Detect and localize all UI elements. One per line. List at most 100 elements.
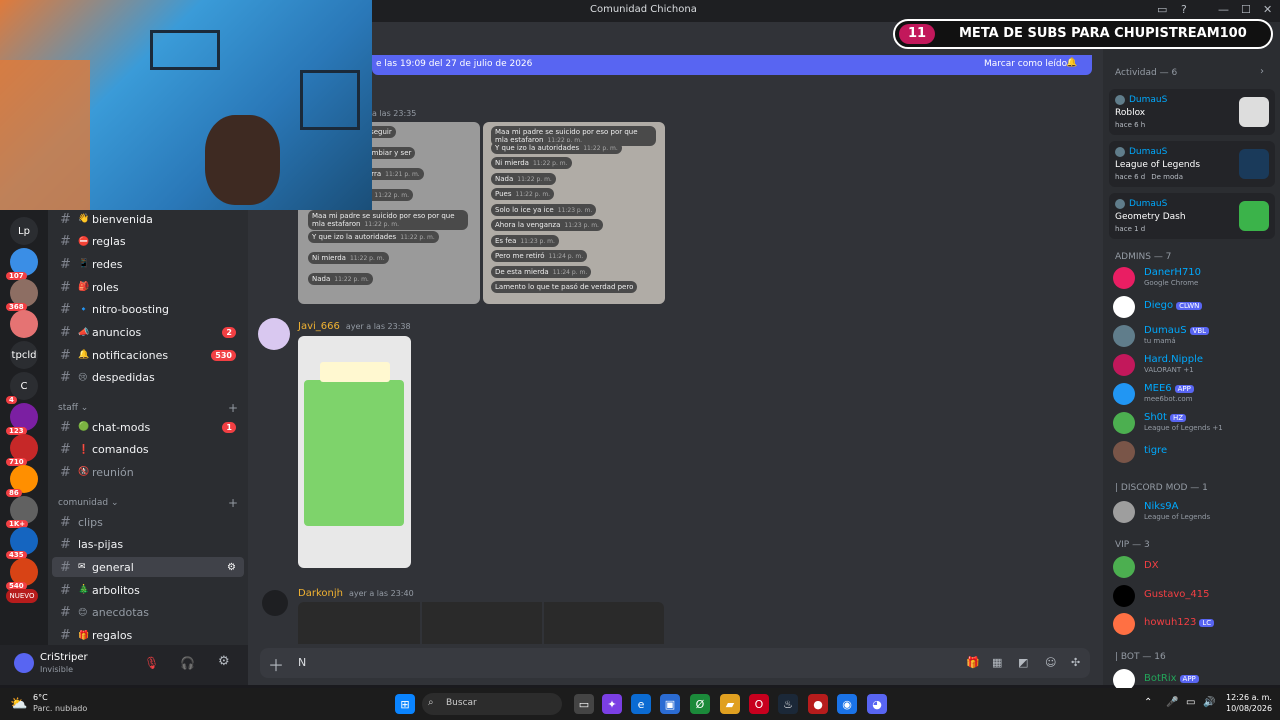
member-item[interactable]: DumauS VBL tu mamá [1113, 323, 1273, 347]
username[interactable]: CriStriper [40, 652, 88, 663]
task-view-icon[interactable]: ▭ [574, 694, 594, 714]
add-attachment-icon[interactable]: ＋ [268, 652, 284, 676]
message-input[interactable]: N [298, 656, 306, 669]
avatar[interactable] [14, 653, 34, 673]
add-channel-icon[interactable]: + [228, 496, 238, 510]
server-icon[interactable]: 1K+ [6, 496, 38, 528]
chat-screenshot[interactable] [544, 602, 664, 644]
channel-notificaciones[interactable]: # 🔔 notificaciones 530 [52, 345, 244, 365]
add-channel-icon[interactable]: + [228, 401, 238, 415]
server-icon[interactable]: 540 [6, 558, 38, 590]
category-comunidad[interactable]: comunidad ⌄ + [58, 496, 238, 510]
server-icon[interactable]: tpcld [10, 341, 38, 369]
unread-banner[interactable]: e las 19:09 del 27 de julio de 2026 Marc… [372, 55, 1092, 75]
server-icon[interactable]: 107 [6, 248, 38, 280]
server-icon[interactable]: 435 [6, 527, 38, 559]
gif-icon[interactable]: ▦ [992, 656, 1002, 669]
maximize-button[interactable]: ☐ [1241, 3, 1251, 16]
mute-icon[interactable]: 🎙 [144, 656, 159, 670]
member-item[interactable]: DX [1113, 554, 1273, 578]
settings-icon[interactable]: ⚙ [218, 654, 230, 669]
channel-nitro-boosting[interactable]: # 🔹 nitro-boosting [52, 300, 244, 320]
channel-anecdotas[interactable]: # 😊 anecdotas [52, 603, 244, 623]
channel-arbolitos[interactable]: # 🎄 arbolitos [52, 580, 244, 600]
chat-screenshot-right[interactable]: Maa mi padre se suicido por eso por que … [483, 122, 665, 304]
message-composer[interactable]: ＋ N 🎁 ▦ ◩ ☺ ✣ [260, 648, 1090, 678]
emoji-icon[interactable]: ☺ [1045, 656, 1056, 669]
server-icon[interactable]: 368 [6, 279, 38, 311]
channel-chat-mods[interactable]: # 🟢 chat-mods 1 [52, 417, 244, 437]
chat-screenshot[interactable] [422, 602, 542, 644]
help-icon[interactable]: ? [1181, 3, 1187, 16]
server-icon[interactable]: Lp [10, 217, 38, 245]
display-icon[interactable]: ▭ [1186, 697, 1195, 708]
file-explorer-icon[interactable]: ▰ [720, 694, 740, 714]
channel-redes[interactable]: # 📱 redes [52, 254, 244, 274]
member-item[interactable]: DanerH710 Google Chrome [1113, 265, 1273, 289]
channel-comandos[interactable]: # ❗ comandos [52, 440, 244, 460]
channel-general[interactable]: # ✉ general ⚙ [52, 557, 244, 578]
channel-roles[interactable]: # 🎒 roles [52, 277, 244, 297]
xbox-icon[interactable]: Ø [690, 694, 710, 714]
close-button[interactable]: ✕ [1263, 3, 1272, 16]
server-icon[interactable]: 710 [6, 434, 38, 466]
tray-chevron-icon[interactable]: ⌃ [1144, 697, 1152, 708]
clock-date[interactable]: 10/08/2026 [1226, 704, 1272, 713]
server-icon[interactable]: 86 [6, 465, 38, 497]
member-item[interactable]: Hard.Nipple VALORANT +1 [1113, 352, 1273, 376]
store-icon[interactable]: ▣ [660, 694, 680, 714]
avatar[interactable] [258, 318, 290, 350]
activity-card[interactable]: DumauS Geometry Dash hace 1 d [1109, 193, 1275, 239]
sticker-icon[interactable]: ◩ [1018, 656, 1028, 669]
microphone-icon[interactable]: 🎤 [1166, 697, 1178, 708]
message-author[interactable]: Darkonjh ayer a las 23:40 [298, 588, 414, 599]
edge-icon[interactable]: e [631, 694, 651, 714]
steam-icon[interactable]: ♨ [778, 694, 798, 714]
gift-icon[interactable]: 🎁 [966, 656, 980, 669]
apps-icon[interactable]: ✣ [1071, 656, 1080, 669]
chat-screenshot-phone[interactable] [298, 336, 411, 568]
volume-icon[interactable]: 🔊 [1203, 697, 1215, 708]
headphones-icon[interactable]: 🎧 [180, 656, 195, 670]
member-item[interactable]: Gustavo_415 [1113, 583, 1273, 607]
member-item[interactable]: Niks9A League of Legends [1113, 499, 1273, 523]
member-item[interactable]: Sh0t HZ League of Legends +1 [1113, 410, 1273, 434]
server-icon[interactable]: NUEVO [6, 589, 38, 603]
mark-read-icon[interactable]: 🔔 [1066, 58, 1077, 68]
start-button[interactable]: ⊞ [395, 694, 415, 714]
channel-regalos[interactable]: # 🎁 regalos [52, 626, 244, 646]
channel-las-pijas[interactable]: # las-pijas [52, 535, 244, 555]
activity-card[interactable]: DumauS Roblox hace 6 h [1109, 89, 1275, 135]
channel-anuncios[interactable]: # 📣 anuncios 2 [52, 323, 244, 343]
channel-reunión[interactable]: # 🚷 reunión [52, 462, 244, 482]
channel-reglas[interactable]: # ⛔ reglas [52, 232, 244, 252]
clock-time[interactable]: 12:26 a. m. [1226, 693, 1272, 702]
opera-icon[interactable]: O [749, 694, 769, 714]
channel-clips[interactable]: # clips [52, 512, 244, 532]
member-item[interactable]: howuh123 LC [1113, 611, 1273, 635]
discord-icon[interactable]: ◕ [867, 694, 887, 714]
weather-icon[interactable]: ⛅ [10, 696, 27, 712]
channel-settings-icon[interactable]: ⚙ [227, 562, 236, 573]
chevron-right-icon[interactable]: › [1260, 66, 1264, 77]
copilot-icon[interactable]: ✦ [602, 694, 622, 714]
member-item[interactable]: tigre [1113, 439, 1273, 463]
channel-despedidas[interactable]: # 😢 despedidas [52, 368, 244, 388]
server-icon[interactable] [10, 310, 38, 338]
channel-bienvenida[interactable]: # 👋 bienvenida [52, 209, 244, 229]
taskbar-search[interactable]: ⌕ Buscar [422, 693, 562, 715]
avatar[interactable] [262, 590, 288, 616]
message-author[interactable]: Javi_666 ayer a las 23:38 [298, 321, 411, 332]
obs-icon[interactable]: ● [808, 694, 828, 714]
mark-read-button[interactable]: Marcar como leído [984, 59, 1067, 69]
activity-card[interactable]: DumauS League of Legends hace 6 d De moda [1109, 141, 1275, 187]
member-item[interactable]: MEE6 APP mee6bot.com [1113, 381, 1273, 405]
inbox-icon[interactable]: ▭ [1157, 3, 1167, 16]
chat-screenshot[interactable] [298, 602, 420, 644]
member-item[interactable]: Diego CLWN [1113, 294, 1273, 318]
server-icon[interactable]: 123 [6, 403, 38, 435]
server-icon[interactable]: C4 [6, 372, 38, 404]
category-staff[interactable]: staff ⌄ + [58, 401, 238, 415]
chrome-icon[interactable]: ◉ [837, 694, 857, 714]
minimize-button[interactable]: — [1218, 3, 1229, 16]
